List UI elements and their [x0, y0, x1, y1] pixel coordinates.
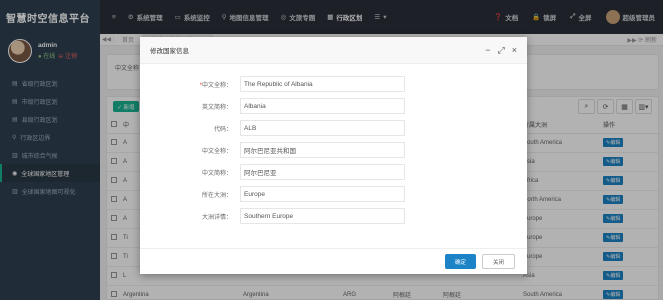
continent-input[interactable]: Europe: [240, 186, 405, 202]
field-label-name-en-short: 英文简称：: [201, 104, 232, 111]
field-label-continent-detail: 大洲详情：: [201, 214, 232, 221]
name-cn-full-input[interactable]: 阿尔巴尼亚共和国: [240, 142, 405, 158]
edit-country-dialog: 修改国家信息 − ⤢ × *中文全称： The Republic of Alban…: [140, 37, 527, 274]
field-label-name-cn-full-2: 中文全称：: [201, 148, 232, 155]
code-input[interactable]: ALB: [240, 120, 405, 136]
field-label-code: 代码：: [213, 126, 232, 133]
name-cn-short-input[interactable]: 阿尔巴尼亚: [240, 164, 405, 180]
dialog-title: 修改国家信息: [150, 48, 189, 55]
edit-form: *中文全称： The Republic of Albania 英文简称： Alban…: [140, 64, 527, 224]
dialog-header: 修改国家信息 − ⤢ ×: [140, 37, 527, 64]
continent-detail-input[interactable]: Southern Europe: [240, 208, 405, 224]
dialog-footer: 确定 关闭: [140, 248, 527, 274]
minimize-icon[interactable]: −: [485, 45, 490, 56]
field-label-name-cn-short: 中文简称：: [201, 170, 232, 177]
field-label-continent: 所在大洲：: [201, 192, 232, 199]
close-icon[interactable]: ×: [512, 45, 517, 56]
name-en-short-input[interactable]: Albania: [240, 98, 405, 114]
field-label-name-cn-full: 中文全称：: [201, 82, 232, 89]
confirm-button[interactable]: 确定: [444, 254, 476, 269]
name-en-full-input[interactable]: The Republic of Albania: [240, 76, 405, 92]
close-button[interactable]: 关闭: [481, 254, 515, 269]
maximize-icon[interactable]: ⤢: [498, 45, 505, 56]
